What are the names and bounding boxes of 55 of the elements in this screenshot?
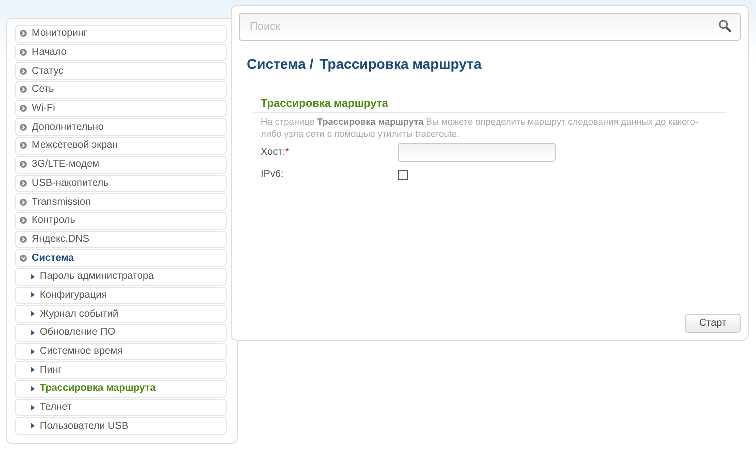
menu-item[interactable]: Система	[15, 249, 227, 267]
chevron-right-icon	[20, 105, 27, 112]
chevron-right-icon	[20, 142, 27, 150]
breadcrumb-text: Трассировка маршрута	[320, 56, 482, 72]
submenu-item[interactable]: Журнал событий	[15, 305, 227, 323]
chevron-right-icon	[20, 49, 27, 56]
menu-item[interactable]: USB-накопитель	[15, 174, 227, 192]
chevron-right-icon	[20, 180, 27, 187]
submenu-item[interactable]: Трассировка маршрута	[15, 380, 227, 398]
menu-item[interactable]: Мониторинг	[15, 25, 227, 43]
ipv6-checkbox[interactable]	[398, 170, 408, 180]
menu-item[interactable]: Дополнительно	[15, 118, 227, 136]
submenu-item[interactable]: Конфигурация	[15, 286, 227, 304]
field-label: IPv6:	[261, 169, 285, 180]
arrow-right-icon	[31, 423, 35, 430]
arrow-right-icon	[31, 404, 35, 411]
chevron-right-icon	[20, 161, 27, 168]
submenu-item[interactable]: Пароль администратора	[15, 268, 227, 286]
submenu-item[interactable]: Пользователи USB	[15, 417, 227, 436]
submenu-item[interactable]: Обновление ПО	[15, 324, 227, 342]
arrow-right-icon	[31, 274, 35, 280]
chevron-right-icon	[20, 30, 27, 38]
chevron-right-icon	[20, 217, 27, 224]
submenu-item[interactable]: Пинг	[15, 361, 227, 380]
section-title: Трассировка маршрута	[253, 98, 726, 113]
breadcrumb-text: Система /	[247, 56, 314, 72]
chevron-down-icon	[20, 254, 27, 262]
arrow-right-icon	[31, 330, 35, 336]
menu-item[interactable]: Яндекс.DNS	[15, 230, 227, 248]
chevron-right-icon	[20, 124, 27, 131]
chevron-right-icon	[20, 198, 27, 206]
menu-item[interactable]: Wi-Fi	[15, 100, 227, 118]
submenu-item[interactable]: Телнет	[15, 398, 227, 416]
menu-item[interactable]: Контроль	[15, 212, 227, 230]
menu-item[interactable]: Сеть	[15, 81, 227, 99]
description-text: На странице Трассировка маршрута Вы можете определить маршрут следования данных до какого-либо узла сети с помощью утилиты traceroute.	[260, 116, 700, 140]
field-label: Хост:*	[261, 147, 290, 158]
menu-item[interactable]: Transmission	[15, 193, 227, 211]
menu-item[interactable]: Начало	[15, 44, 227, 62]
arrow-right-icon	[31, 348, 35, 355]
menu-item[interactable]: Межсетевой экран	[15, 137, 227, 155]
menu-item[interactable]: 3G/LTE-модем	[15, 156, 227, 174]
submenu-item[interactable]: Системное время	[15, 342, 227, 360]
chevron-right-icon	[20, 236, 27, 243]
chevron-right-icon	[20, 68, 27, 75]
menu-item[interactable]: Статус	[15, 62, 227, 80]
chevron-right-icon	[20, 86, 27, 94]
arrow-right-icon	[31, 386, 35, 392]
arrow-right-icon	[31, 311, 35, 318]
start-button[interactable]: Старт	[685, 314, 741, 333]
arrow-right-icon	[31, 367, 35, 374]
search-icon[interactable]	[719, 20, 732, 33]
host-input-field[interactable]	[398, 143, 556, 162]
arrow-right-icon	[31, 292, 35, 298]
search-field[interactable]: Поиск	[239, 13, 741, 41]
